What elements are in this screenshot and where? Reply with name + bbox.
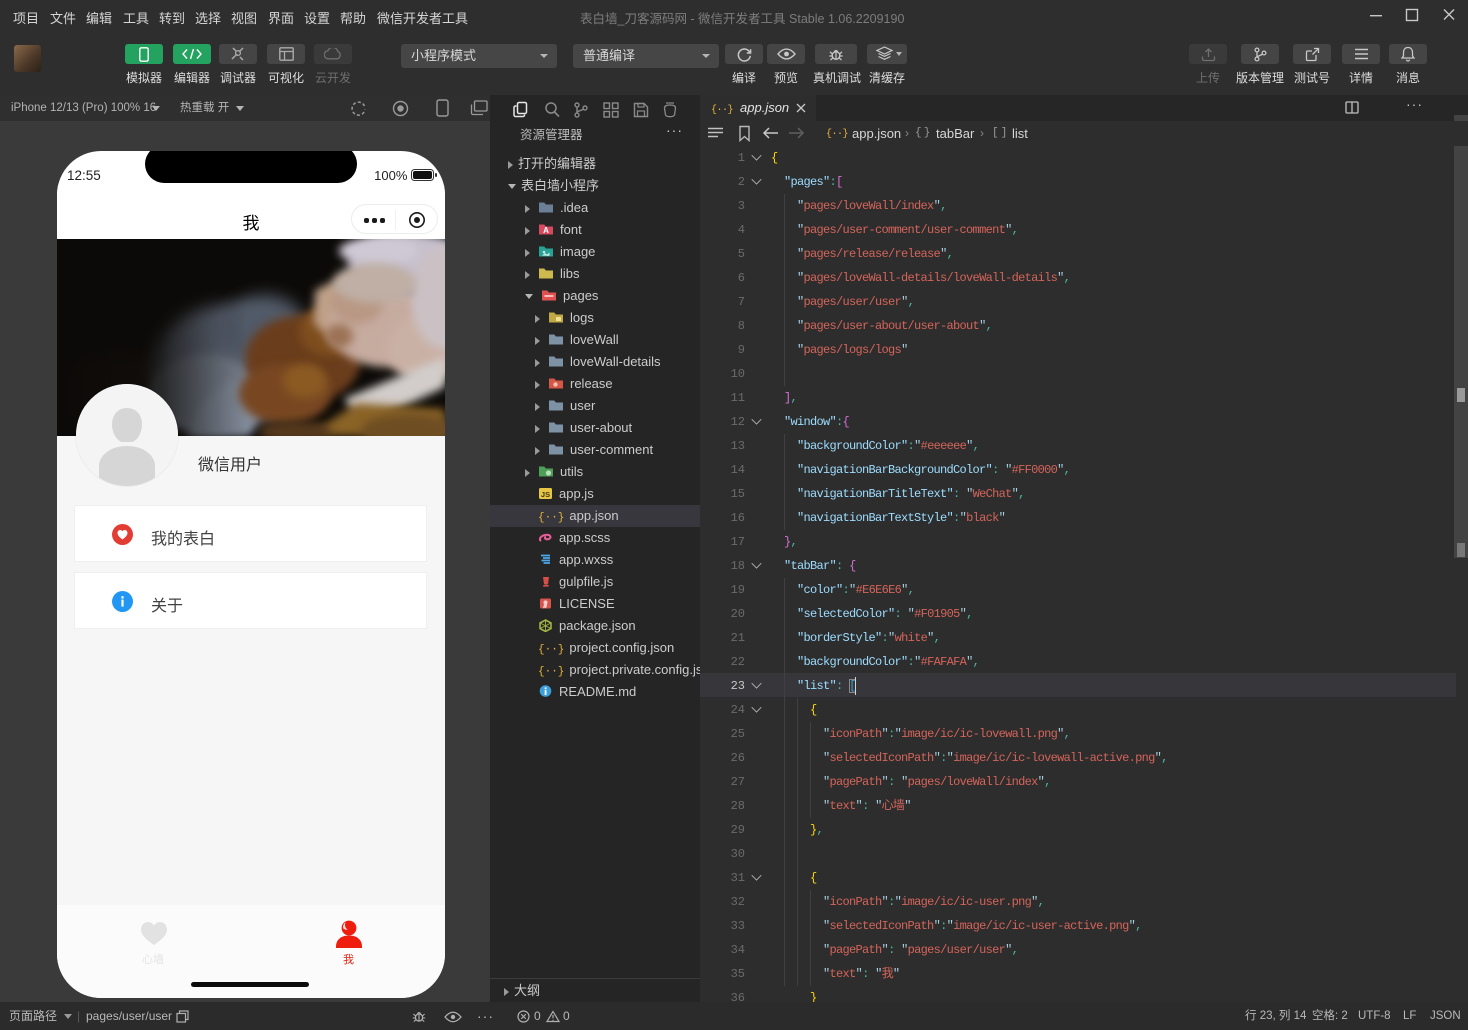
svg-text:JS: JS xyxy=(541,490,550,499)
svg-text:A: A xyxy=(543,226,549,235)
